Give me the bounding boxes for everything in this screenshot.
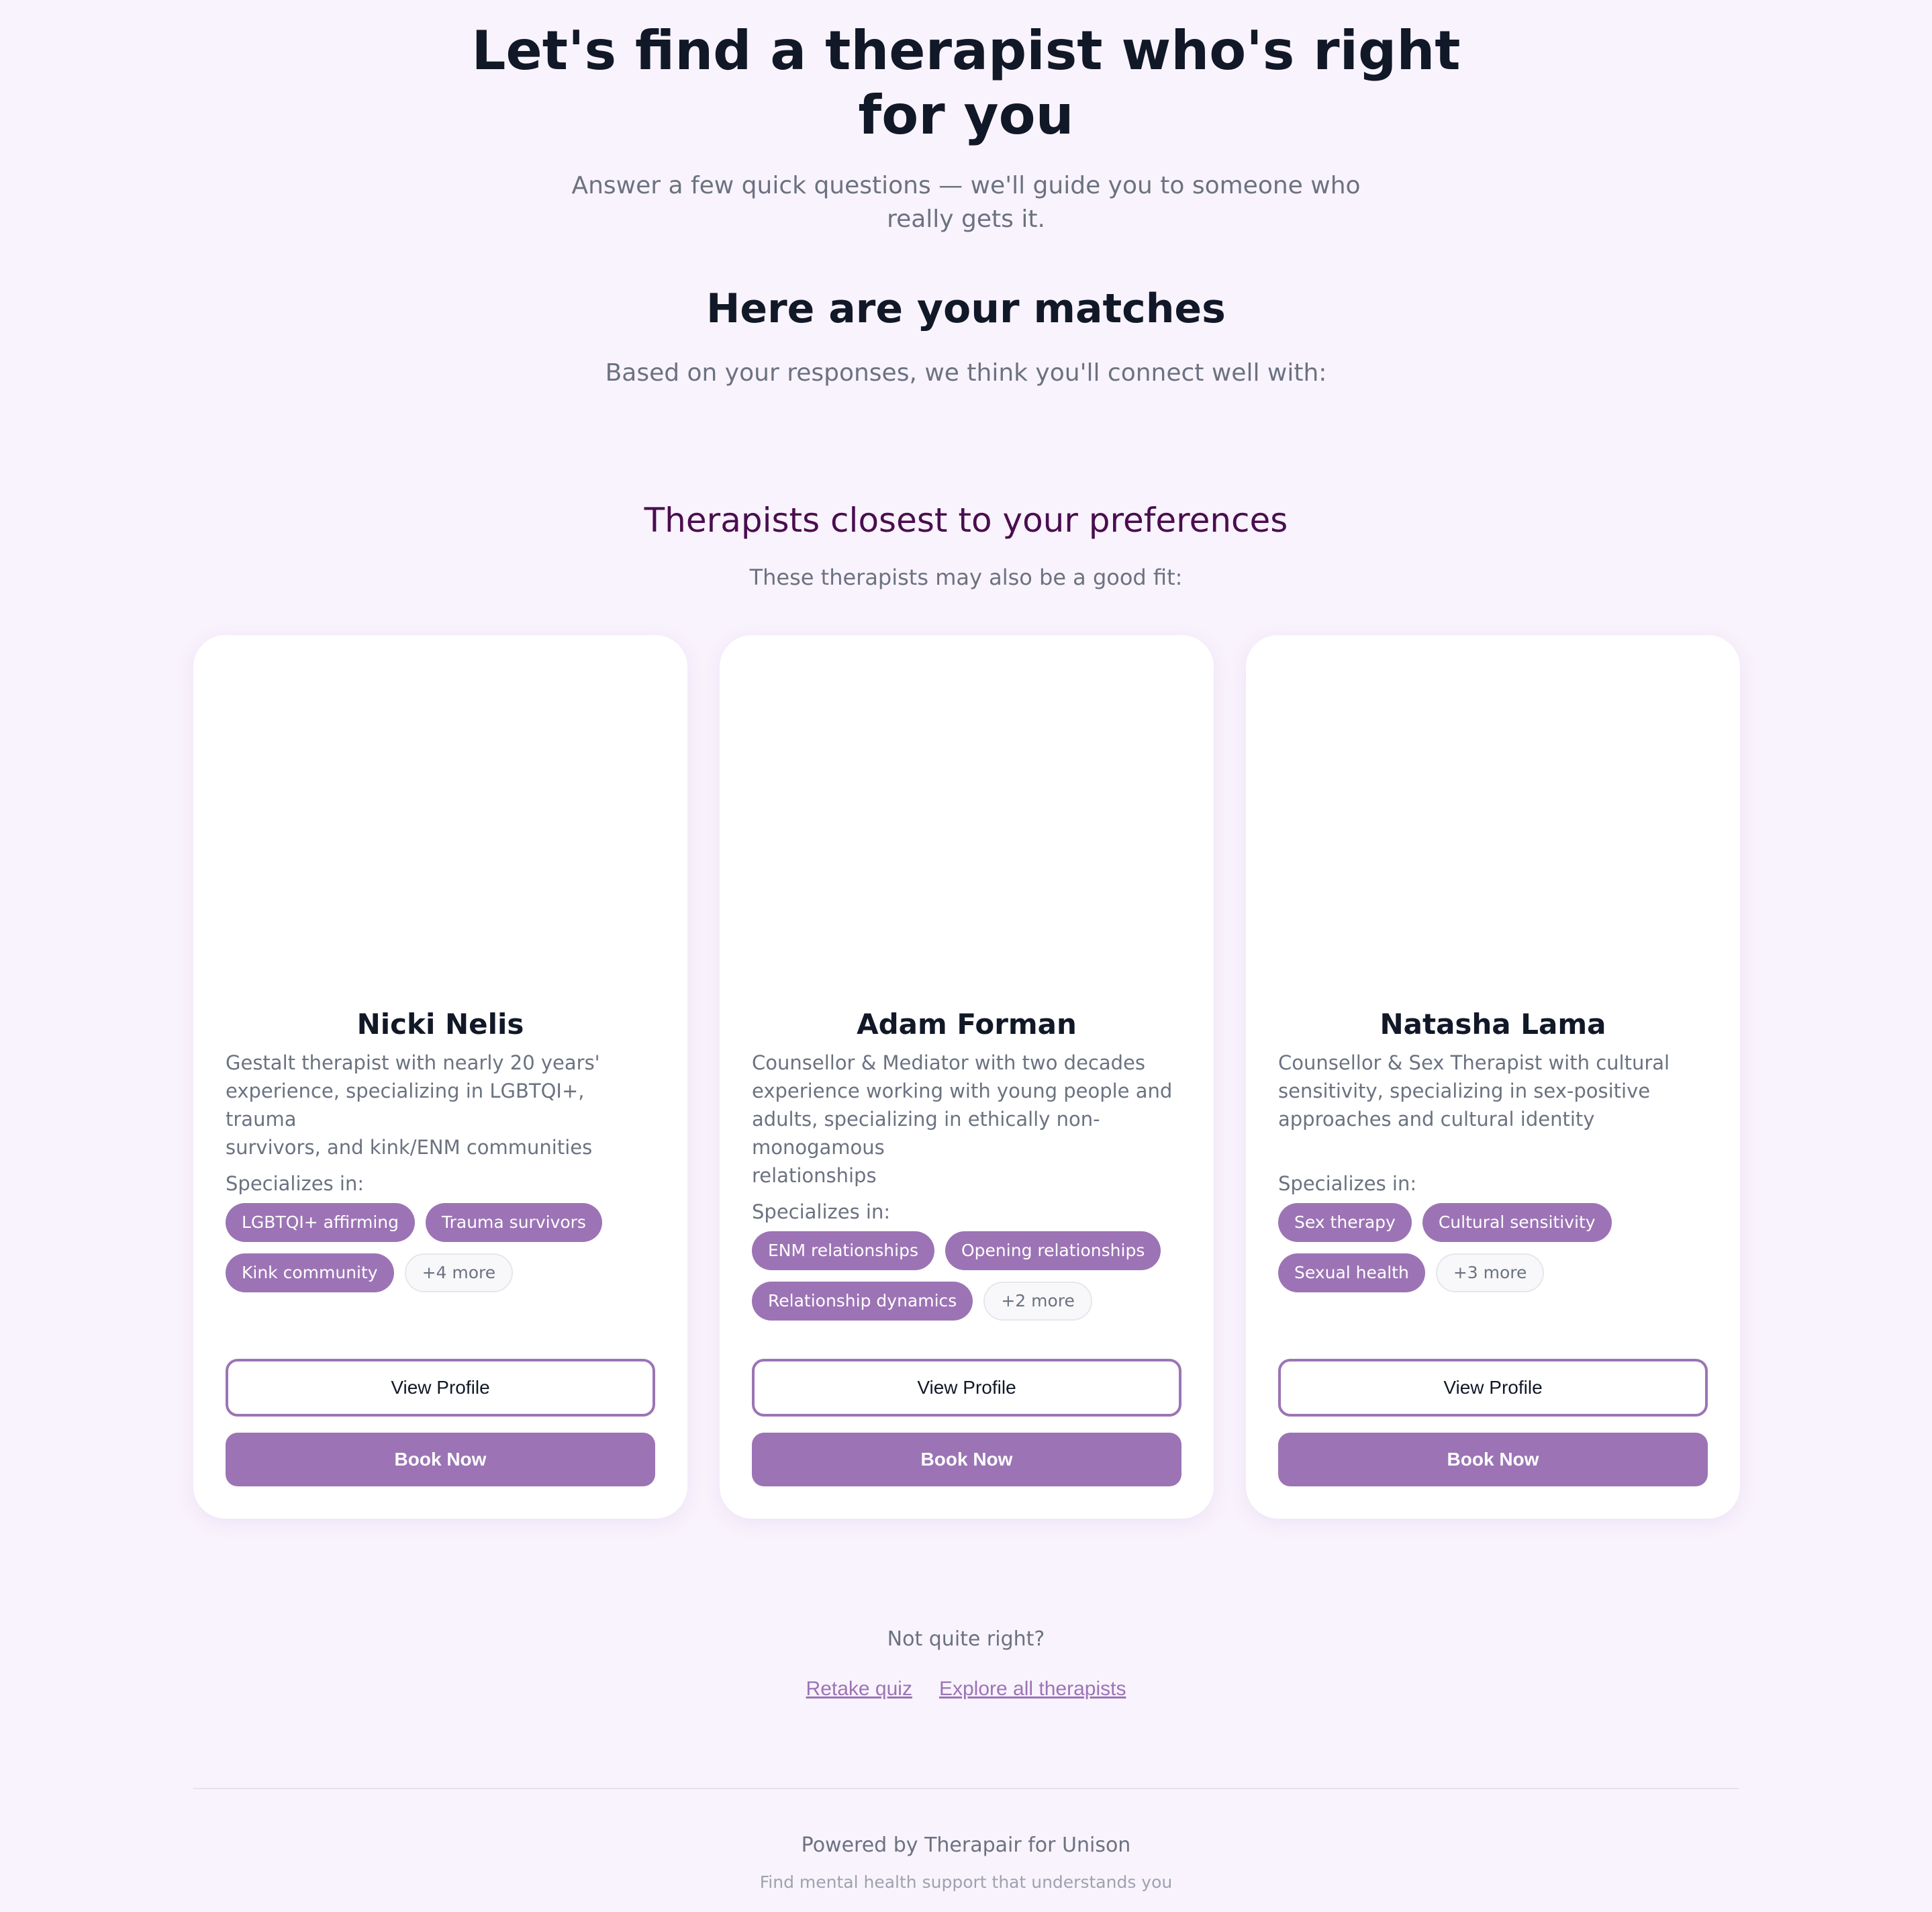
specialty-tag: Kink community: [226, 1253, 394, 1292]
specialty-tag: Opening relationships: [945, 1231, 1161, 1270]
tag-row: LGBTQI+ affirming Trauma survivors: [226, 1203, 602, 1242]
therapist-card: Adam Forman Counsellor & Mediator with t…: [720, 635, 1214, 1519]
closest-title: Therapists closest to your preferences: [644, 501, 1288, 540]
hero-subtitle: Answer a few quick questions — we'll gui…: [0, 169, 1932, 236]
therapist-name: Natasha Lama: [1380, 1008, 1606, 1041]
description-line: approaches and cultural identity: [1278, 1108, 1595, 1131]
description-line: sensitivity, specializing in sex-positiv…: [1278, 1080, 1651, 1102]
view-profile-button[interactable]: View Profile: [1278, 1359, 1708, 1417]
therapist-photo: [720, 635, 1214, 998]
hero-subtitle-line2: really gets it.: [887, 205, 1045, 233]
specialty-tag: Trauma survivors: [426, 1203, 602, 1242]
hero-title-line2: for you: [858, 84, 1074, 146]
closest-subtitle: These therapists may also be a good fit:: [749, 565, 1183, 590]
tag-row: Sexual health +3 more: [1278, 1253, 1545, 1292]
therapist-photo: [1246, 635, 1740, 998]
book-now-button[interactable]: Book Now: [226, 1433, 655, 1486]
description-line: Counsellor & Sex Therapist with cultural: [1278, 1051, 1670, 1074]
description-line: experience working with young people and: [752, 1080, 1173, 1102]
more-tags-chip[interactable]: +4 more: [404, 1253, 514, 1292]
therapist-photo: [193, 635, 687, 998]
therapist-description: Counsellor & Mediator with two decades e…: [752, 1049, 1186, 1190]
specialty-tag: Sexual health: [1278, 1253, 1425, 1292]
not-quite-right-text: Not quite right?: [887, 1627, 1045, 1651]
hero-subtitle-line1: Answer a few quick questions — we'll gui…: [571, 172, 1361, 199]
page: Let's find a therapist who's right for y…: [0, 0, 1932, 1912]
powered-by-text: Powered by Therapair for Unison: [801, 1833, 1131, 1857]
specialty-tag: Sex therapy: [1278, 1203, 1412, 1242]
view-profile-button[interactable]: View Profile: [226, 1359, 655, 1417]
specialty-tag: LGBTQI+ affirming: [226, 1203, 416, 1242]
specializes-label: Specializes in:: [1278, 1172, 1417, 1195]
more-tags-chip[interactable]: +3 more: [1435, 1253, 1545, 1292]
therapist-description: Counsellor & Sex Therapist with cultural…: [1278, 1049, 1712, 1133]
tag-row: Kink community +4 more: [226, 1253, 514, 1292]
tag-row: ENM relationships Opening relationships: [752, 1231, 1161, 1270]
matches-title: Here are your matches: [706, 285, 1226, 332]
tag-row: Relationship dynamics +2 more: [752, 1282, 1092, 1321]
therapist-description: Gestalt therapist with nearly 20 years' …: [226, 1049, 659, 1161]
more-tags-chip[interactable]: +2 more: [983, 1282, 1092, 1321]
tag-row: Sex therapy Cultural sensitivity: [1278, 1203, 1612, 1242]
retake-quiz-link[interactable]: Retake quiz: [806, 1674, 912, 1704]
explore-therapists-link[interactable]: Explore all therapists: [939, 1674, 1126, 1704]
specialty-tag: ENM relationships: [752, 1231, 934, 1270]
specializes-label: Specializes in:: [752, 1200, 891, 1223]
description-line: relationships: [752, 1164, 877, 1187]
matches-subtitle: Based on your responses, we think you'll…: [605, 359, 1327, 387]
footer-divider: [193, 1788, 1739, 1789]
description-line: survivors, and kink/ENM communities: [226, 1136, 593, 1159]
therapist-card: Natasha Lama Counsellor & Sex Therapist …: [1246, 635, 1740, 1519]
hero-title-line1: Let's find a therapist who's right: [471, 19, 1461, 82]
description-line: Counsellor & Mediator with two decades: [752, 1051, 1146, 1074]
footer-links: Retake quiz Explore all therapists: [0, 1674, 1932, 1704]
hero-title: Let's find a therapist who's right for y…: [0, 19, 1932, 148]
book-now-button[interactable]: Book Now: [752, 1433, 1181, 1486]
therapist-name: Nicki Nelis: [356, 1008, 524, 1041]
footer-tagline: Find mental health support that understa…: [759, 1872, 1173, 1892]
description-line: adults, specializing in ethically non-mo…: [752, 1108, 1100, 1159]
therapist-name: Adam Forman: [857, 1008, 1077, 1041]
view-profile-button[interactable]: View Profile: [752, 1359, 1181, 1417]
specializes-label: Specializes in:: [226, 1172, 365, 1195]
book-now-button[interactable]: Book Now: [1278, 1433, 1708, 1486]
description-line: Gestalt therapist with nearly 20 years': [226, 1051, 600, 1074]
specialty-tag: Relationship dynamics: [752, 1282, 973, 1321]
description-line: experience, specializing in LGBTQI+, tra…: [226, 1080, 585, 1131]
therapist-card: Nicki Nelis Gestalt therapist with nearl…: [193, 635, 687, 1519]
specialty-tag: Cultural sensitivity: [1422, 1203, 1612, 1242]
